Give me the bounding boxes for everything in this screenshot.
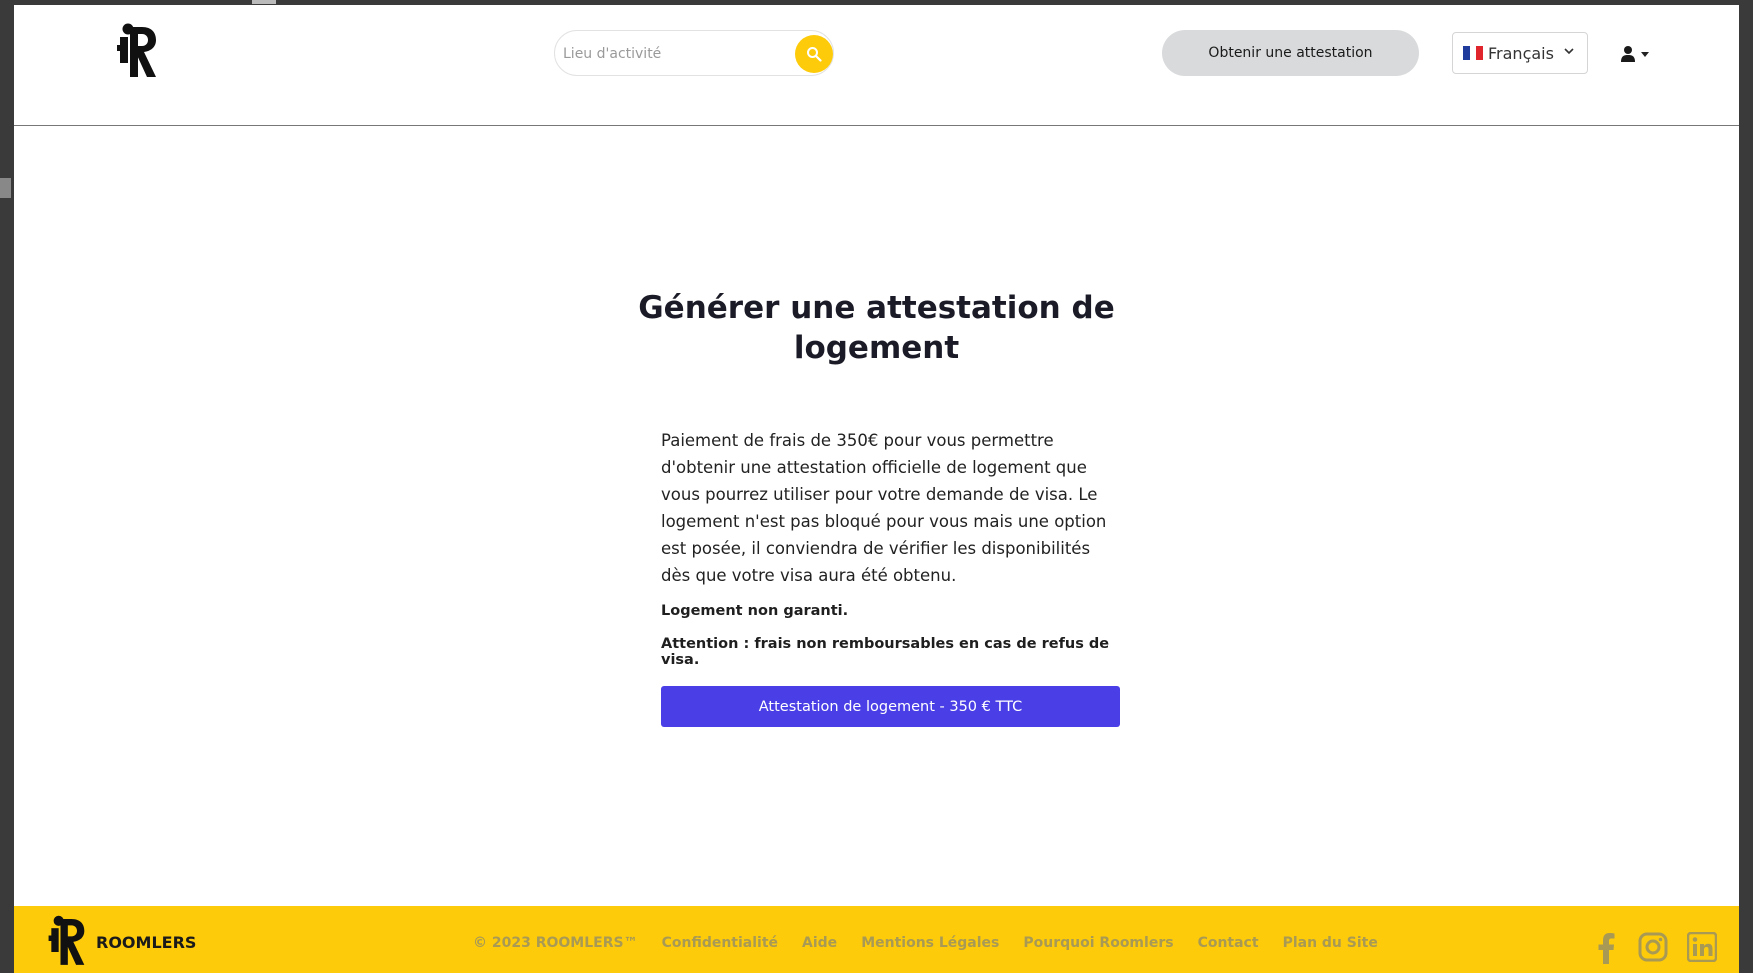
roomlers-footer-logo[interactable] [44, 911, 88, 971]
pay-attestation-button[interactable]: Attestation de logement - 350 € TTC [661, 686, 1120, 727]
caret-down-icon [1641, 51, 1649, 57]
site-footer: ROOMLERS © 2023 ROOMLERS™ Confidentialit… [14, 906, 1739, 973]
search-button[interactable] [795, 35, 833, 73]
language-label: Français [1488, 43, 1554, 63]
window-scroll-mark [0, 178, 11, 198]
search-input[interactable] [563, 41, 783, 67]
roomlers-logo[interactable] [112, 21, 160, 81]
footer-link-help[interactable]: Aide [802, 935, 837, 951]
chevron-down-icon [1564, 48, 1574, 55]
refund-warning: Attention : frais non remboursables en c… [661, 636, 1110, 668]
footer-link-why[interactable]: Pourquoi Roomlers [1023, 935, 1173, 951]
linkedin-icon[interactable] [1687, 932, 1717, 962]
user-icon [1621, 46, 1635, 62]
attestation-card: Paiement de frais de 350€ pour vous perm… [645, 423, 1120, 727]
facebook-icon[interactable] [1596, 932, 1616, 964]
attestation-description: Paiement de frais de 350€ pour vous perm… [661, 431, 1107, 585]
user-menu-button[interactable] [1620, 41, 1660, 67]
search-bar [554, 30, 834, 76]
footer-link-sitemap[interactable]: Plan du Site [1283, 935, 1378, 951]
language-select[interactable]: Français [1452, 32, 1588, 74]
site-header: Obtenir une attestation Français [14, 5, 1739, 126]
copyright-text: © 2023 ROOMLERS™ [473, 935, 638, 951]
footer-link-legal[interactable]: Mentions Légales [861, 935, 999, 951]
page-title: Générer une attestation de logement [638, 290, 1115, 366]
brand-name: ROOMLERS [96, 933, 197, 952]
footer-nav: © 2023 ROOMLERS™ Confidentialité Aide Me… [473, 935, 1402, 951]
instagram-icon[interactable] [1638, 932, 1668, 962]
footer-link-contact[interactable]: Contact [1198, 935, 1259, 951]
get-attestation-button[interactable]: Obtenir une attestation [1162, 30, 1419, 76]
footer-link-privacy[interactable]: Confidentialité [662, 935, 778, 951]
browser-edge-mark [252, 0, 276, 4]
fr-flag-icon [1463, 46, 1484, 60]
search-icon [807, 47, 822, 62]
browser-window: Obtenir une attestation Français Générer… [14, 5, 1739, 973]
guarantee-note: Logement non garanti. [661, 603, 849, 619]
